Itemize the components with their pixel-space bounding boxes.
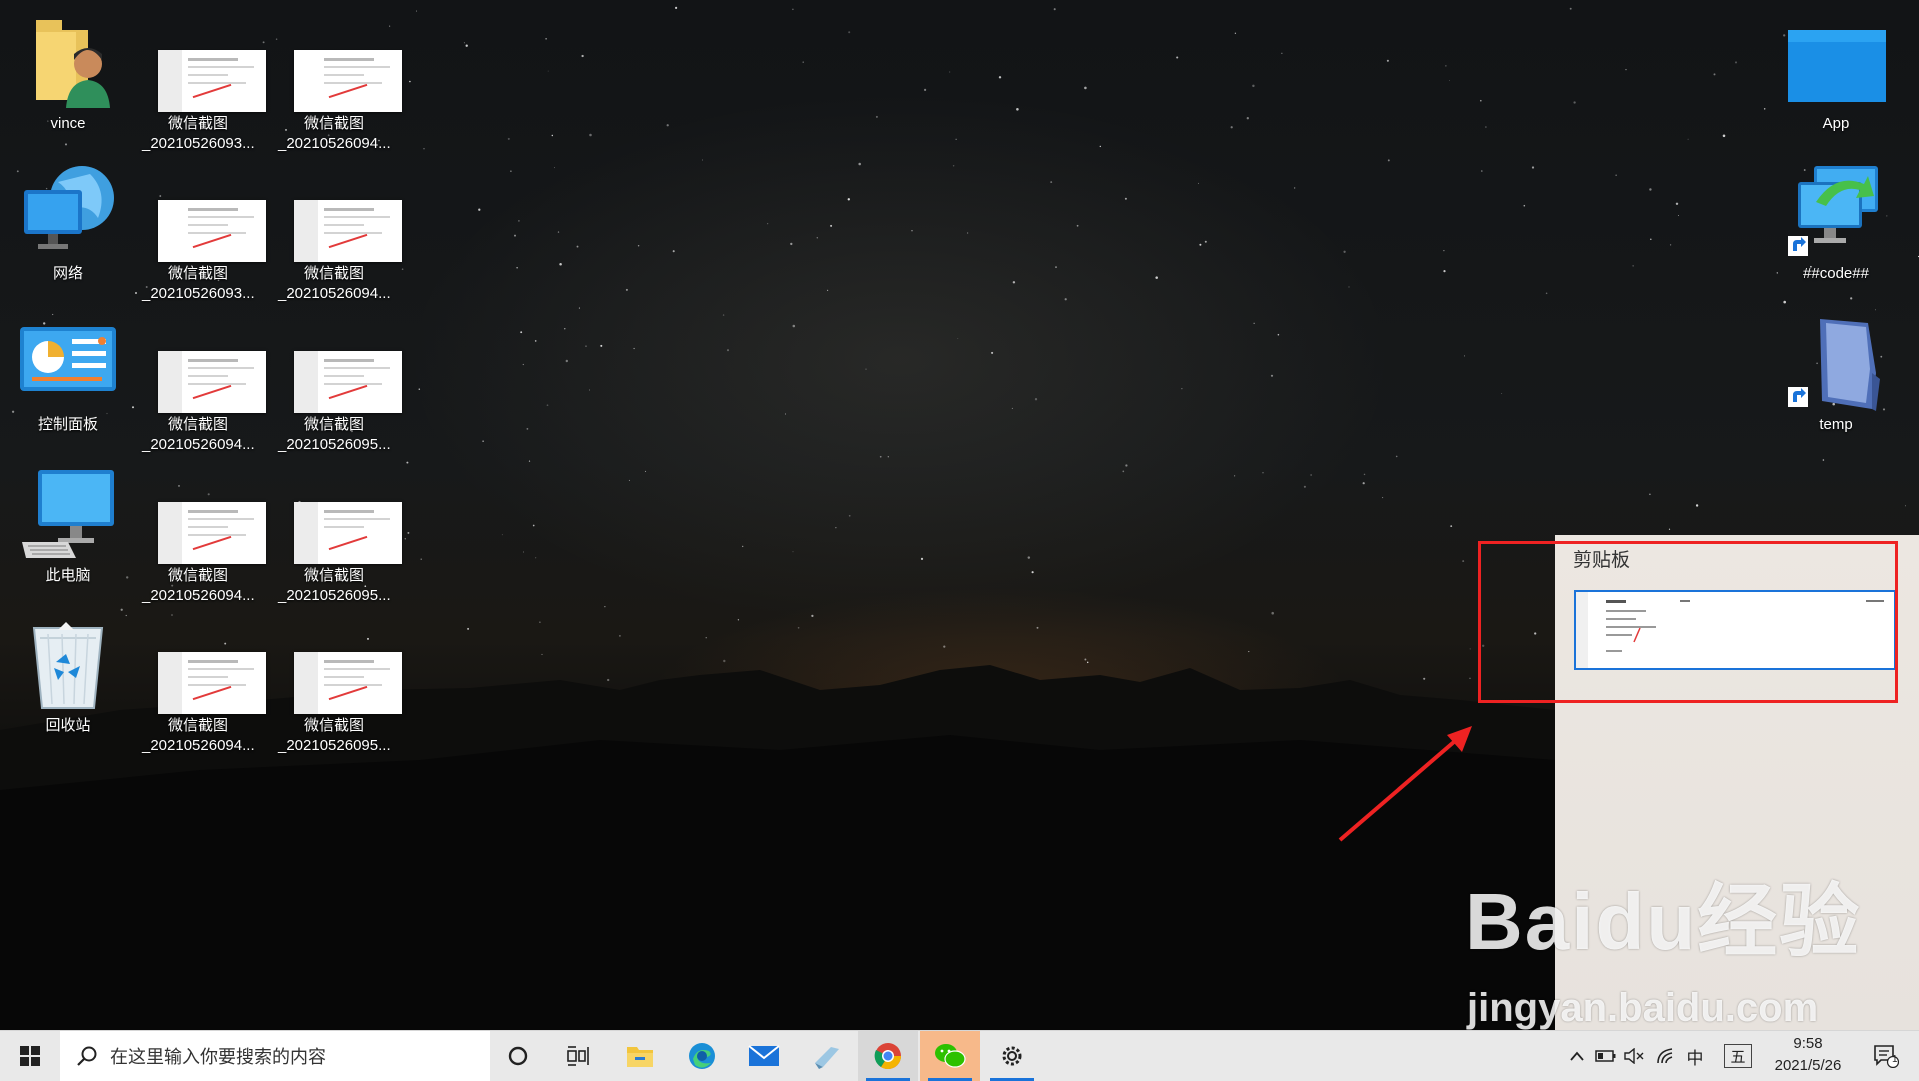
start-button[interactable]: [0, 1031, 60, 1081]
mail-icon: [748, 1045, 780, 1066]
search-placeholder: 在这里输入你要搜索的内容: [110, 1047, 326, 1067]
clock-time: 9:58: [1793, 1035, 1823, 1052]
action-center-button[interactable]: 1: [1858, 1031, 1914, 1081]
taskbar-clock[interactable]: 9:58 2021/5/26: [1758, 1033, 1858, 1077]
tray-ime-mode[interactable]: 五: [1724, 1044, 1752, 1068]
battery-icon: [1595, 1050, 1616, 1062]
search-icon: [77, 1046, 97, 1066]
wifi-icon: [1657, 1048, 1673, 1064]
taskbar-edge[interactable]: [672, 1031, 732, 1081]
clock-date: 2021/5/26: [1774, 1057, 1842, 1074]
taskbar-file-explorer[interactable]: [610, 1031, 670, 1081]
edge-browser-icon: [689, 1043, 715, 1069]
cortana-icon: [508, 1046, 528, 1066]
chevron-up-icon: [1570, 1051, 1584, 1061]
annotation-arrow: [1338, 726, 1472, 842]
gear-icon: [1002, 1046, 1022, 1066]
taskbar-notes-app[interactable]: [796, 1031, 856, 1081]
tray-battery-button[interactable]: [1592, 1031, 1620, 1081]
taskbar-mail[interactable]: [734, 1031, 794, 1081]
taskbar-wechat[interactable]: [920, 1031, 980, 1081]
tray-show-hidden-button[interactable]: [1562, 1031, 1592, 1081]
chrome-browser-icon: [874, 1043, 902, 1070]
watermark-brand: Baidu经验: [1465, 877, 1862, 966]
taskbar-search-input[interactable]: 在这里输入你要搜索的内容: [60, 1031, 490, 1081]
notes-app-icon: [815, 1047, 839, 1069]
tray-network-button[interactable]: [1652, 1031, 1680, 1081]
task-view-button[interactable]: [548, 1031, 608, 1081]
notification-badge: 1: [1892, 1054, 1898, 1065]
wechat-icon: [935, 1044, 966, 1068]
cortana-button[interactable]: [488, 1031, 548, 1081]
file-explorer-icon: [627, 1047, 653, 1067]
watermark-url: jingyan.baidu.com: [1467, 986, 1819, 1030]
taskbar-chrome[interactable]: [858, 1031, 918, 1081]
tray-volume-button[interactable]: [1620, 1031, 1648, 1081]
windows-logo-icon: [20, 1046, 40, 1066]
volume-muted-icon: [1624, 1048, 1644, 1064]
task-view-icon: [567, 1046, 589, 1066]
taskbar-settings[interactable]: [982, 1031, 1042, 1081]
tray-ime-language[interactable]: 中: [1682, 1031, 1708, 1081]
taskbar: 在这里输入你要搜索的内容 中 五 9:58 2021/5/26 1: [0, 1030, 1919, 1081]
